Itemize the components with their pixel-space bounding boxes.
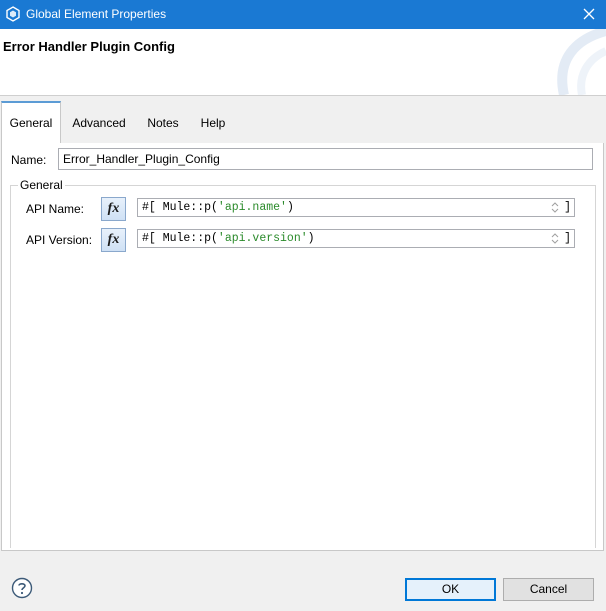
general-tab-panel: Name: General API Name: fx #[ Mule::p('a… (1, 143, 604, 551)
name-input[interactable] (58, 148, 593, 170)
cancel-button[interactable]: Cancel (503, 578, 594, 601)
fx-icon: fx (107, 201, 120, 216)
api-version-expression-input[interactable]: #[ Mule::p('api.version') ] (137, 229, 575, 248)
tab-notes[interactable]: Notes (137, 103, 189, 143)
api-name-fx-button[interactable]: fx (101, 197, 126, 221)
expression-close-bracket: ] (564, 232, 571, 245)
tab-bar: General Advanced Notes Help (0, 101, 606, 143)
spinner-arrows-icon[interactable] (550, 200, 560, 215)
spinner-arrows-icon[interactable] (550, 231, 560, 246)
general-group-label: General (18, 178, 65, 192)
api-name-expression-input[interactable]: #[ Mule::p('api.name') ] (137, 198, 575, 217)
header-decoration-graphic (557, 29, 606, 95)
api-version-label: API Version: (26, 233, 93, 247)
expression-string: 'api.version' (217, 232, 308, 245)
help-button[interactable] (11, 577, 33, 599)
close-button[interactable] (572, 0, 606, 29)
anypoint-studio-icon (5, 6, 21, 22)
tab-help[interactable]: Help (191, 103, 235, 143)
expression-suffix: ) (286, 201, 294, 214)
dialog-heading: Error Handler Plugin Config (3, 39, 175, 54)
general-group: General API Name: fx #[ Mule::p('api.nam… (10, 178, 596, 548)
name-label: Name: (11, 153, 47, 167)
expression-close-bracket: ] (564, 201, 571, 214)
tab-advanced[interactable]: Advanced (63, 103, 135, 143)
close-icon (583, 8, 595, 20)
ok-button[interactable]: OK (405, 578, 496, 601)
dialog-footer: OK Cancel (0, 551, 606, 611)
expression-prefix: #[ Mule::p( (142, 232, 218, 245)
api-name-label: API Name: (26, 202, 85, 216)
expression-prefix: #[ Mule::p( (142, 201, 218, 214)
expression-string: 'api.name' (217, 201, 287, 214)
title-bar: Global Element Properties (0, 0, 606, 29)
tab-general[interactable]: General (1, 101, 61, 143)
fx-icon: fx (107, 232, 120, 247)
question-circle-icon (11, 577, 33, 599)
expression-suffix: ) (307, 232, 315, 245)
dialog-header: Error Handler Plugin Config (0, 29, 606, 96)
window-title: Global Element Properties (26, 7, 167, 21)
api-version-fx-button[interactable]: fx (101, 228, 126, 252)
